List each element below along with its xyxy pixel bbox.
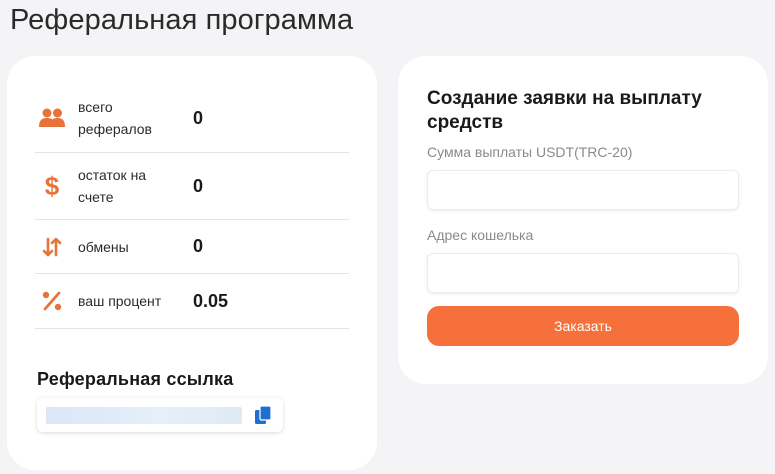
- stat-row-referrals: всего рефералов 0: [35, 84, 349, 153]
- users-icon: [37, 103, 67, 133]
- withdrawal-request-card: Создание заявки на выплату средств Сумма…: [398, 56, 768, 384]
- referral-stats-card: всего рефералов 0 $ остаток на счете 0 о…: [7, 56, 377, 470]
- exchange-arrows-icon: [37, 232, 67, 262]
- stat-value-referrals: 0: [193, 107, 204, 128]
- stat-label-exchanges: обмены: [78, 238, 129, 255]
- stats-list: всего рефералов 0 $ остаток на счете 0 о…: [35, 84, 349, 329]
- order-button[interactable]: Заказать: [427, 306, 739, 346]
- amount-label: Сумма выплаты USDT(TRC-20): [427, 144, 633, 160]
- svg-text:$: $: [45, 172, 60, 200]
- stat-value-exchanges: 0: [193, 236, 204, 256]
- stat-row-percent: ваш процент 0.05: [35, 274, 349, 329]
- page-title: Реферальная программа: [10, 4, 354, 36]
- percent-icon: [37, 286, 67, 316]
- copy-icon[interactable]: [253, 405, 273, 425]
- stat-row-exchanges: обмены 0: [35, 220, 349, 274]
- dollar-icon: $: [37, 171, 67, 201]
- stat-label-percent: ваш процент: [78, 293, 162, 309]
- stat-row-balance: $ остаток на счете 0: [35, 153, 349, 220]
- referral-link-value[interactable]: [46, 406, 242, 424]
- referral-link-box: [37, 398, 283, 432]
- wallet-address-label: Адрес кошелька: [427, 227, 534, 243]
- stat-value-balance: 0: [193, 175, 204, 196]
- referral-link-title: Реферальная ссылка: [37, 369, 234, 389]
- withdrawal-form-title: Создание заявки на выплату средств: [427, 88, 702, 133]
- stat-value-percent: 0.05: [193, 290, 229, 311]
- wallet-address-input[interactable]: [427, 253, 739, 293]
- stat-label-referrals: всего рефералов: [78, 99, 152, 137]
- stat-label-balance: остаток на счете: [78, 167, 147, 205]
- amount-input[interactable]: [427, 170, 739, 210]
